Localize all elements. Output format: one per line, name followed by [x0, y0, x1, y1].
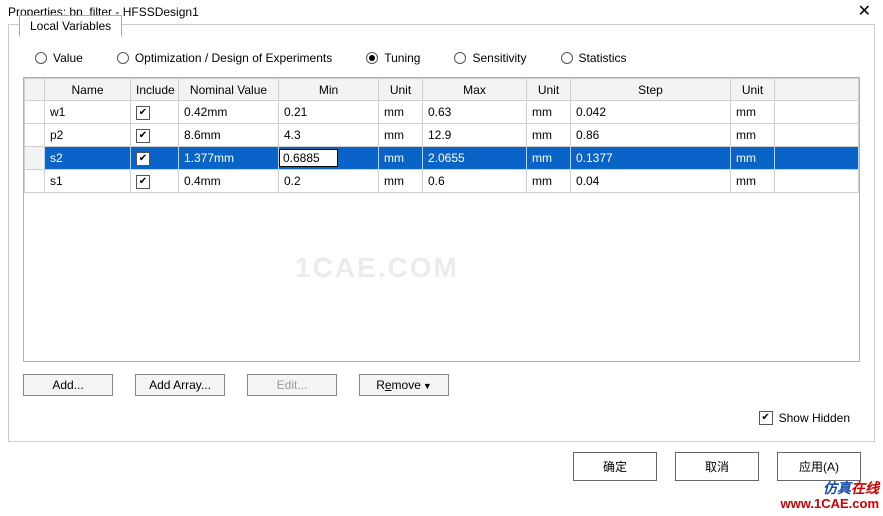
cell-unit3[interactable]: mm	[731, 101, 775, 124]
radio-sens-label: Sensitivity	[472, 51, 526, 65]
add-array-button[interactable]: Add Array...	[135, 374, 225, 396]
row-handle[interactable]	[25, 170, 45, 193]
cancel-button[interactable]: 取消	[675, 452, 759, 481]
row-handle[interactable]	[25, 124, 45, 147]
variables-grid[interactable]: Name Include Nominal Value Min Unit Max …	[23, 77, 860, 362]
cell-tail	[775, 124, 859, 147]
table-row[interactable]: s1✔0.4mm0.2mm0.6mm0.04mm	[25, 170, 859, 193]
cell-name[interactable]: s2	[45, 147, 131, 170]
cell-nominal[interactable]: 0.4mm	[179, 170, 279, 193]
col-nominal[interactable]: Nominal Value	[179, 79, 279, 101]
cell-max[interactable]: 0.63	[423, 101, 527, 124]
cell-unit2[interactable]: mm	[527, 170, 571, 193]
cell-step[interactable]: 0.042	[571, 101, 731, 124]
cell-nominal[interactable]: 8.6mm	[179, 124, 279, 147]
cell-include[interactable]: ✔	[131, 170, 179, 193]
cell-min[interactable]: 0.21	[279, 101, 379, 124]
cell-unit3[interactable]: mm	[731, 170, 775, 193]
apply-button[interactable]: 应用(A)	[777, 452, 861, 481]
cell-max[interactable]: 2.0655	[423, 147, 527, 170]
include-checkbox[interactable]: ✔	[136, 152, 150, 166]
cell-min[interactable]: 4.3	[279, 124, 379, 147]
radio-opt-label: Optimization / Design of Experiments	[135, 51, 332, 65]
min-input[interactable]	[279, 149, 338, 167]
show-hidden-checkbox[interactable]: ✔	[759, 411, 773, 425]
radio-sensitivity[interactable]: Sensitivity	[454, 51, 526, 65]
cell-name[interactable]: s1	[45, 170, 131, 193]
col-unit1[interactable]: Unit	[379, 79, 423, 101]
col-include[interactable]: Include	[131, 79, 179, 101]
include-checkbox[interactable]: ✔	[136, 106, 150, 120]
grid-header-row: Name Include Nominal Value Min Unit Max …	[25, 79, 859, 101]
row-handle[interactable]	[25, 101, 45, 124]
col-unit3[interactable]: Unit	[731, 79, 775, 101]
cell-include[interactable]: ✔	[131, 101, 179, 124]
radio-statistics[interactable]: Statistics	[561, 51, 627, 65]
cell-unit2[interactable]: mm	[527, 147, 571, 170]
edit-button: Edit...	[247, 374, 337, 396]
include-checkbox[interactable]: ✔	[136, 175, 150, 189]
cell-unit3[interactable]: mm	[731, 147, 775, 170]
cell-unit2[interactable]: mm	[527, 101, 571, 124]
col-name[interactable]: Name	[45, 79, 131, 101]
table-row[interactable]: s2✔1.377mmmm2.0655mm0.1377mm	[25, 147, 859, 170]
remove-button[interactable]: Remove▼	[359, 374, 449, 396]
col-min[interactable]: Min	[279, 79, 379, 101]
radio-stat-label: Statistics	[579, 51, 627, 65]
cell-name[interactable]: w1	[45, 101, 131, 124]
radio-tuning-label: Tuning	[384, 51, 420, 65]
radio-value[interactable]: Value	[35, 51, 83, 65]
cell-tail	[775, 101, 859, 124]
cell-max[interactable]: 12.9	[423, 124, 527, 147]
table-row[interactable]: p2✔8.6mm4.3mm12.9mm0.86mm	[25, 124, 859, 147]
cell-include[interactable]: ✔	[131, 124, 179, 147]
brand-overlay: 仿真在线 www.1CAE.com	[781, 480, 879, 512]
cell-step[interactable]: 0.04	[571, 170, 731, 193]
show-hidden-label: Show Hidden	[779, 411, 850, 425]
include-checkbox[interactable]: ✔	[136, 129, 150, 143]
chevron-down-icon: ▼	[423, 381, 432, 391]
tab-local-variables[interactable]: Local Variables	[19, 15, 122, 37]
cell-min[interactable]	[279, 147, 379, 170]
radio-optimization[interactable]: Optimization / Design of Experiments	[117, 51, 332, 65]
cell-max[interactable]: 0.6	[423, 170, 527, 193]
cell-tail	[775, 170, 859, 193]
cell-unit2[interactable]: mm	[527, 124, 571, 147]
cell-name[interactable]: p2	[45, 124, 131, 147]
close-icon[interactable]: ✕	[854, 4, 875, 20]
cell-unit1[interactable]: mm	[379, 170, 423, 193]
col-step[interactable]: Step	[571, 79, 731, 101]
cell-step[interactable]: 0.1377	[571, 147, 731, 170]
col-handle	[25, 79, 45, 101]
cell-min[interactable]: 0.2	[279, 170, 379, 193]
col-max[interactable]: Max	[423, 79, 527, 101]
col-unit2[interactable]: Unit	[527, 79, 571, 101]
cell-include[interactable]: ✔	[131, 147, 179, 170]
cell-tail	[775, 147, 859, 170]
cell-unit1[interactable]: mm	[379, 124, 423, 147]
cell-nominal[interactable]: 0.42mm	[179, 101, 279, 124]
add-button[interactable]: Add...	[23, 374, 113, 396]
radio-value-label: Value	[53, 51, 83, 65]
table-row[interactable]: w1✔0.42mm0.21mm0.63mm0.042mm	[25, 101, 859, 124]
cell-nominal[interactable]: 1.377mm	[179, 147, 279, 170]
cell-unit1[interactable]: mm	[379, 101, 423, 124]
row-handle[interactable]	[25, 147, 45, 170]
cell-step[interactable]: 0.86	[571, 124, 731, 147]
radio-tuning[interactable]: Tuning	[366, 51, 420, 65]
col-tail	[775, 79, 859, 101]
cell-unit3[interactable]: mm	[731, 124, 775, 147]
cell-unit1[interactable]: mm	[379, 147, 423, 170]
ok-button[interactable]: 确定	[573, 452, 657, 481]
